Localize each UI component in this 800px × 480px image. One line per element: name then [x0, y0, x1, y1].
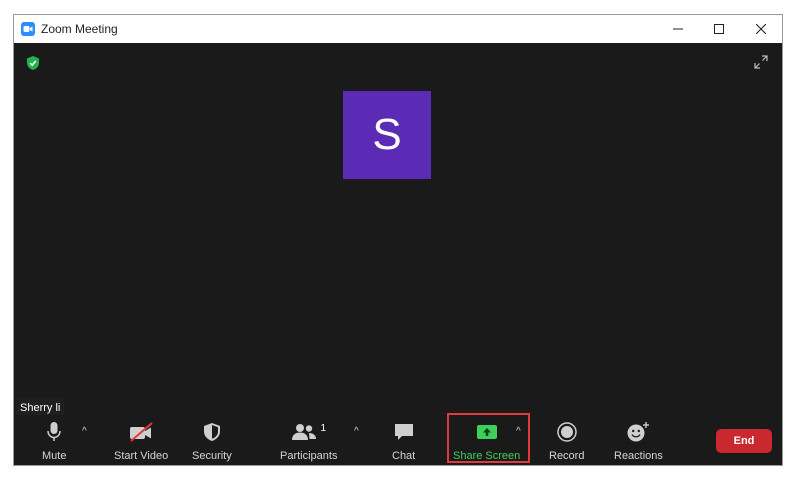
shield-check-icon [27, 56, 39, 70]
participants-label: Participants [280, 450, 338, 462]
start-video-button[interactable]: Start Video [114, 421, 168, 462]
minimize-button[interactable] [658, 15, 698, 43]
shield-icon [203, 423, 220, 441]
video-off-icon [130, 422, 153, 442]
share-options-caret[interactable]: ^ [516, 427, 521, 437]
close-icon [756, 24, 766, 34]
maximize-button[interactable] [699, 15, 739, 43]
audio-options-caret[interactable]: ^ [82, 427, 87, 437]
start-video-label: Start Video [114, 450, 169, 462]
share-screen-button[interactable]: Share Screen [453, 421, 520, 462]
mute-button[interactable]: Mute [42, 421, 66, 462]
expand-icon [754, 55, 768, 69]
security-label: Security [192, 450, 232, 462]
record-button[interactable]: Record [549, 421, 584, 462]
zoom-window: Zoom Meeting S Sherry li Mute ^ Start Vi… [13, 14, 783, 466]
video-stage: S Sherry li [14, 43, 782, 417]
record-icon [556, 422, 577, 442]
end-meeting-button[interactable]: End [716, 429, 772, 453]
share-screen-label: Share Screen [453, 450, 521, 462]
reactions-icon [627, 422, 650, 442]
participants-button[interactable]: 1 Participants [280, 421, 338, 463]
zoom-app-icon [21, 22, 35, 36]
security-button[interactable]: Security [192, 421, 232, 462]
reactions-button[interactable]: Reactions [614, 421, 663, 462]
title-bar: Zoom Meeting [14, 15, 782, 43]
participants-options-caret[interactable]: ^ [354, 427, 359, 437]
avatar-initial: S [372, 110, 402, 159]
reactions-label: Reactions [614, 450, 663, 462]
microphone-icon [47, 422, 61, 441]
participants-count: 1 [320, 422, 327, 434]
share-screen-icon [476, 425, 497, 439]
participant-avatar: S [343, 91, 431, 179]
mute-label: Mute [42, 450, 67, 462]
close-button[interactable] [741, 15, 781, 43]
window-title: Zoom Meeting [41, 22, 118, 36]
fullscreen-button[interactable] [754, 55, 768, 74]
chat-button[interactable]: Chat [392, 421, 415, 462]
chat-icon [394, 424, 413, 440]
maximize-icon [714, 24, 724, 34]
record-label: Record [549, 450, 585, 462]
encryption-badge[interactable] [26, 55, 40, 76]
participants-icon [292, 424, 317, 440]
minimize-icon [673, 28, 683, 30]
meeting-toolbar: Mute ^ Start Video Security 1 Participan… [14, 413, 782, 465]
chat-label: Chat [392, 450, 416, 462]
